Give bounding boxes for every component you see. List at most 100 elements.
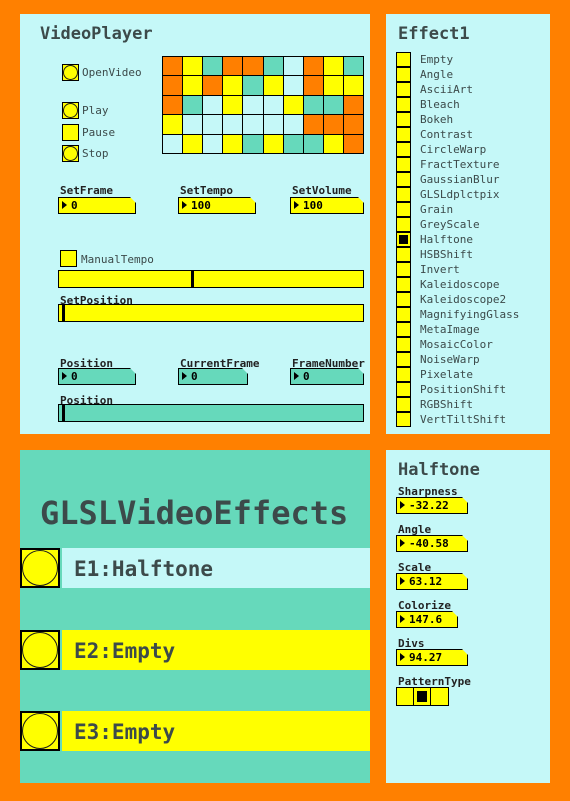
effect-toggle[interactable] [396,142,411,157]
grid-cell[interactable] [163,76,183,95]
colorize-input[interactable]: 147.6 [396,611,458,628]
grid-cell[interactable] [303,76,323,95]
grid-cell[interactable] [243,134,263,153]
stop-button[interactable] [62,145,79,162]
pattern-type-option[interactable] [397,688,414,705]
grid-cell[interactable] [323,76,343,95]
grid-cell[interactable] [223,57,243,76]
grid-cell[interactable] [203,95,223,115]
effect-slot-bang-button[interactable] [20,711,60,751]
manual-tempo-toggle[interactable] [60,250,77,267]
slider-handle[interactable] [62,305,65,321]
effect-slot-1[interactable]: E1:Halftone [20,548,370,588]
grid-cell[interactable] [203,76,223,95]
grid-cell[interactable] [283,57,303,76]
effect-slot-3[interactable]: E3:Empty [20,711,370,751]
open-video-button[interactable] [62,64,79,81]
grid-cell[interactable] [243,57,263,76]
grid-cell[interactable] [183,115,203,134]
divs-input[interactable]: 94.27 [396,649,468,666]
effect-toggle[interactable] [396,187,411,202]
grid-cell[interactable] [343,95,363,115]
effect-toggle[interactable] [396,157,411,172]
effect-toggle[interactable] [396,127,411,142]
grid-cell[interactable] [243,115,263,134]
grid-cell[interactable] [163,95,183,115]
grid-cell[interactable] [183,76,203,95]
grid-cell[interactable] [303,57,323,76]
grid-cell[interactable] [163,134,183,153]
play-button[interactable] [62,102,79,119]
scale-input[interactable]: 63.12 [396,573,468,590]
effect-toggle[interactable] [396,82,411,97]
grid-cell[interactable] [223,95,243,115]
grid-cell[interactable] [323,115,343,134]
effect-toggle[interactable] [396,292,411,307]
grid-cell[interactable] [243,95,263,115]
grid-cell[interactable] [263,76,283,95]
effect-toggle[interactable] [396,412,411,427]
grid-cell[interactable] [303,115,323,134]
manual-tempo-slider[interactable] [58,270,364,288]
grid-cell[interactable] [223,134,243,153]
grid-cell[interactable] [323,57,343,76]
angle-input[interactable]: -40.58 [396,535,468,552]
sharpness-input[interactable]: -32.22 [396,497,468,514]
effect-toggle[interactable] [396,97,411,112]
effect-toggle[interactable] [396,322,411,337]
effect-toggle[interactable] [396,337,411,352]
grid-cell[interactable] [323,134,343,153]
effect-toggle[interactable] [396,382,411,397]
grid-cell[interactable] [263,115,283,134]
effect-toggle[interactable] [396,247,411,262]
grid-cell[interactable] [183,95,203,115]
grid-cell[interactable] [163,115,183,134]
grid-cell[interactable] [283,76,303,95]
grid-cell[interactable] [263,57,283,76]
pause-toggle[interactable] [62,124,79,141]
grid-cell[interactable] [283,134,303,153]
effect-toggle[interactable] [396,262,411,277]
effect-toggle[interactable] [396,352,411,367]
grid-cell[interactable] [343,134,363,153]
grid-cell[interactable] [283,95,303,115]
grid-cell[interactable] [223,76,243,95]
set-volume-input[interactable]: 100 [290,197,364,214]
grid-cell[interactable] [323,95,343,115]
grid-cell[interactable] [183,134,203,153]
grid-cell[interactable] [263,134,283,153]
grid-cell[interactable] [263,95,283,115]
pattern-type-option[interactable] [431,688,448,705]
effect-toggle[interactable] [396,52,411,67]
grid-cell[interactable] [283,115,303,134]
grid-cell[interactable] [203,134,223,153]
set-position-slider[interactable] [58,304,364,322]
pattern-type-option[interactable] [414,688,431,705]
effect-toggle[interactable] [396,367,411,382]
grid-cell[interactable] [343,57,363,76]
grid-cell[interactable] [343,115,363,134]
pattern-type-radio[interactable] [396,687,449,706]
video-frame-grid[interactable] [162,56,364,154]
grid-cell[interactable] [203,115,223,134]
grid-cell[interactable] [243,76,263,95]
effect-toggle[interactable] [396,67,411,82]
effect-toggle[interactable] [396,172,411,187]
effect-toggle[interactable] [396,202,411,217]
effect-slot-bang-button[interactable] [20,548,60,588]
effect-slot-2[interactable]: E2:Empty [20,630,370,670]
grid-cell[interactable] [223,115,243,134]
grid-cell[interactable] [203,57,223,76]
grid-cell[interactable] [303,95,323,115]
grid-cell[interactable] [303,134,323,153]
grid-cell[interactable] [343,76,363,95]
effect-toggle[interactable] [396,397,411,412]
effect-toggle[interactable] [396,277,411,292]
slider-handle[interactable] [191,271,194,287]
grid-cell[interactable] [183,57,203,76]
effect-toggle[interactable] [396,232,411,247]
effect-slot-bang-button[interactable] [20,630,60,670]
effect-toggle[interactable] [396,217,411,232]
effect-toggle[interactable] [396,112,411,127]
grid-cell[interactable] [163,57,183,76]
